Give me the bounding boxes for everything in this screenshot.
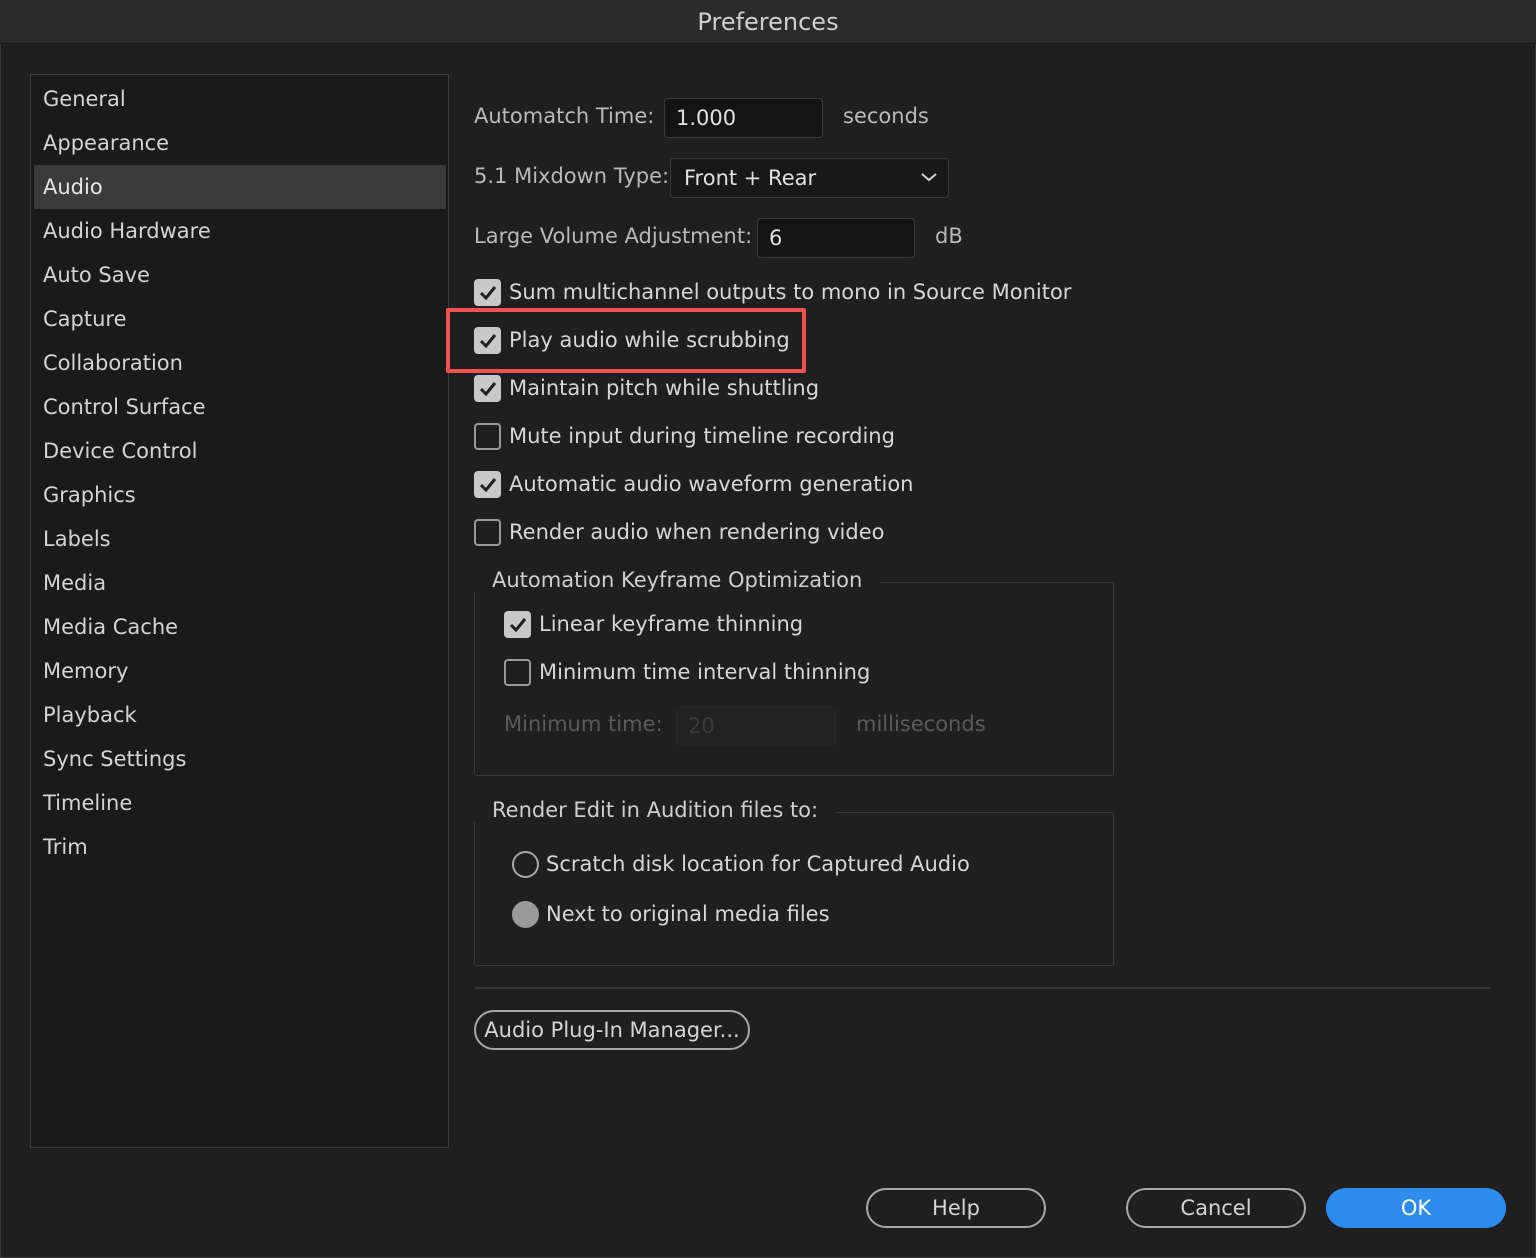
sum-multichannel-checkbox[interactable]: Sum multichannel outputs to mono in Sour…	[474, 276, 1071, 308]
auto-waveform-checkbox[interactable]: Automatic audio waveform generation	[474, 468, 913, 500]
min-interval-thinning-label: Minimum time interval thinning	[539, 660, 871, 684]
preferences-sidebar: General Appearance Audio Audio Hardware …	[30, 74, 449, 1148]
audio-plugin-manager-button[interactable]: Audio Plug-In Manager...	[474, 1010, 750, 1050]
mixdown-type-value: Front + Rear	[684, 166, 817, 190]
next-to-media-label: Next to original media files	[546, 902, 830, 926]
sidebar-item-control-surface[interactable]: Control Surface	[34, 385, 446, 429]
radio-selected-icon	[512, 901, 539, 928]
mixdown-type-dropdown[interactable]: Front + Rear	[670, 158, 949, 198]
sidebar-item-device-control[interactable]: Device Control	[34, 429, 446, 473]
sidebar-item-appearance[interactable]: Appearance	[34, 121, 446, 165]
radio-unselected-icon	[512, 851, 539, 878]
checkbox-unchecked-icon	[474, 423, 501, 450]
title-bar: Preferences	[0, 0, 1536, 44]
mute-input-label: Mute input during timeline recording	[509, 424, 895, 448]
render-audition-title: Render Edit in Audition files to:	[474, 798, 837, 822]
checkbox-unchecked-icon	[474, 519, 501, 546]
checkbox-checked-icon	[474, 375, 501, 402]
keyframe-optimization-title: Automation Keyframe Optimization	[474, 568, 881, 592]
linear-thinning-checkbox[interactable]: Linear keyframe thinning	[504, 608, 804, 640]
large-volume-label: Large Volume Adjustment:	[474, 224, 753, 248]
scratch-disk-radio[interactable]: Scratch disk location for Captured Audio	[512, 848, 970, 880]
sidebar-item-auto-save[interactable]: Auto Save	[34, 253, 446, 297]
automatch-time-label: Automatch Time:	[474, 104, 655, 128]
maintain-pitch-checkbox[interactable]: Maintain pitch while shuttling	[474, 372, 819, 404]
sidebar-item-timeline[interactable]: Timeline	[34, 781, 446, 825]
checkbox-checked-icon	[474, 279, 501, 306]
automatch-unit-label: seconds	[843, 104, 929, 128]
checkbox-checked-icon	[504, 611, 531, 638]
sidebar-item-general[interactable]: General	[34, 77, 446, 121]
checkbox-unchecked-icon	[504, 659, 531, 686]
automatch-time-field[interactable]: 1.000	[664, 98, 823, 138]
mute-input-checkbox[interactable]: Mute input during timeline recording	[474, 420, 895, 452]
sidebar-item-media-cache[interactable]: Media Cache	[34, 605, 446, 649]
linear-thinning-label: Linear keyframe thinning	[539, 612, 804, 636]
sidebar-item-collaboration[interactable]: Collaboration	[34, 341, 446, 385]
mixdown-type-label: 5.1 Mixdown Type:	[474, 164, 670, 188]
sidebar-item-audio[interactable]: Audio	[34, 165, 446, 209]
sidebar-item-labels[interactable]: Labels	[34, 517, 446, 561]
sidebar-item-trim[interactable]: Trim	[34, 825, 446, 869]
render-audition-group	[474, 812, 1114, 966]
ok-button[interactable]: OK	[1326, 1188, 1506, 1228]
large-volume-field[interactable]: 6	[757, 218, 915, 258]
highlight-box	[446, 308, 806, 373]
sidebar-item-media[interactable]: Media	[34, 561, 446, 605]
scratch-disk-label: Scratch disk location for Captured Audio	[546, 852, 970, 876]
sidebar-item-playback[interactable]: Playback	[34, 693, 446, 737]
window-title: Preferences	[697, 8, 839, 36]
cancel-button[interactable]: Cancel	[1126, 1188, 1306, 1228]
render-audio-label: Render audio when rendering video	[509, 520, 885, 544]
sidebar-item-memory[interactable]: Memory	[34, 649, 446, 693]
min-time-unit-label: milliseconds	[856, 712, 986, 736]
auto-waveform-label: Automatic audio waveform generation	[509, 472, 914, 496]
min-interval-thinning-checkbox[interactable]: Minimum time interval thinning	[504, 656, 870, 688]
render-audio-checkbox[interactable]: Render audio when rendering video	[474, 516, 885, 548]
maintain-pitch-label: Maintain pitch while shuttling	[509, 376, 820, 400]
sidebar-item-graphics[interactable]: Graphics	[34, 473, 446, 517]
divider	[474, 987, 1490, 989]
next-to-media-radio[interactable]: Next to original media files	[512, 898, 832, 930]
large-volume-unit-label: dB	[935, 224, 963, 248]
sum-multichannel-label: Sum multichannel outputs to mono in Sour…	[509, 280, 1072, 304]
min-time-label: Minimum time:	[504, 712, 663, 736]
help-button[interactable]: Help	[866, 1188, 1046, 1228]
chevron-down-icon	[921, 173, 937, 182]
min-time-field: 20	[676, 706, 836, 746]
checkbox-checked-icon	[474, 471, 501, 498]
sidebar-item-audio-hardware[interactable]: Audio Hardware	[34, 209, 446, 253]
sidebar-item-capture[interactable]: Capture	[34, 297, 446, 341]
sidebar-item-sync-settings[interactable]: Sync Settings	[34, 737, 446, 781]
